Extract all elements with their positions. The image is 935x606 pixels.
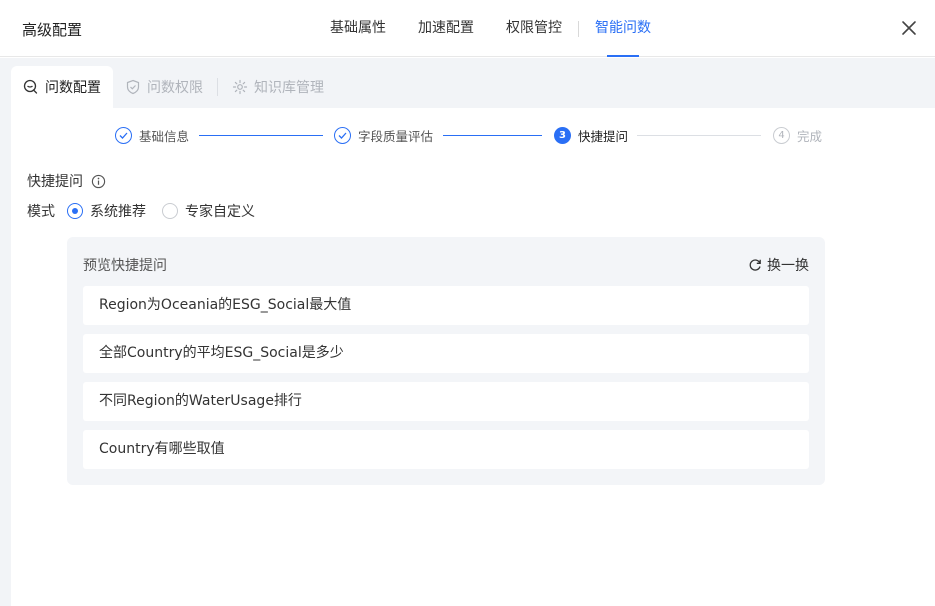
dialog-title: 高级配置	[22, 21, 83, 39]
dialog-header: 高级配置 基础属性 加速配置 权限管控 智能问数	[0, 0, 935, 57]
sub-tabs: 问数配置 问数权限 知识库管理	[11, 66, 336, 108]
sub-tab-label: 问数配置	[45, 80, 101, 96]
radio-button-checked[interactable]	[67, 203, 83, 219]
sub-tab-query-config[interactable]: 问数配置	[11, 66, 113, 108]
chat-bubble-icon	[23, 79, 38, 94]
sub-tab-label: 知识库管理	[254, 80, 324, 96]
step-number: 3	[554, 126, 571, 144]
step-quick-question: 3 快捷提问	[554, 124, 628, 146]
sub-tab-label: 问数权限	[147, 80, 203, 96]
step-complete: 4 完成	[773, 124, 822, 146]
step-connector	[637, 135, 761, 136]
question-item[interactable]: 不同Region的WaterUsage排行	[83, 382, 809, 421]
radio-label: 专家自定义	[185, 204, 255, 220]
close-icon[interactable]	[901, 20, 917, 36]
preview-box: 预览快捷提问 换一换 Region为Oceania的ESG_Social最大值 …	[67, 237, 825, 485]
info-icon[interactable]	[91, 174, 106, 189]
question-item[interactable]: Country有哪些取值	[83, 430, 809, 469]
radio-label: 系统推荐	[90, 204, 146, 220]
quick-question-label: 快捷提问	[27, 174, 83, 190]
tab-acceleration-config[interactable]: 加速配置	[402, 0, 490, 57]
refresh-button[interactable]: 换一换	[748, 255, 809, 275]
top-tabs: 基础属性 加速配置 权限管控 智能问数	[314, 0, 667, 57]
check-icon	[334, 126, 351, 144]
sub-tab-divider	[217, 78, 218, 96]
step-label: 字段质量评估	[358, 128, 434, 144]
preview-title: 预览快捷提问	[83, 258, 167, 274]
sub-tab-query-permission[interactable]: 问数权限	[113, 66, 215, 108]
mode-label: 模式	[27, 204, 55, 220]
radio-system-recommend[interactable]: 系统推荐	[67, 201, 146, 221]
question-list: Region为Oceania的ESG_Social最大值 全部Country的平…	[83, 286, 809, 478]
refresh-icon	[749, 259, 761, 271]
step-basic-info: 基础信息	[115, 124, 189, 146]
progress-steps: 基础信息 字段质量评估 3 快捷提问 4 完成	[115, 124, 835, 146]
step-connector	[443, 135, 542, 136]
tab-permission-control[interactable]: 权限管控	[490, 0, 578, 57]
step-field-quality: 字段质量评估	[334, 124, 433, 146]
radio-expert-custom[interactable]: 专家自定义	[162, 201, 255, 221]
tab-smart-query[interactable]: 智能问数	[579, 0, 667, 57]
step-number: 4	[773, 126, 790, 144]
quick-question-field: 快捷提问	[27, 171, 106, 191]
gear-icon	[232, 79, 248, 95]
mode-row: 模式 系统推荐 专家自定义	[27, 201, 255, 221]
radio-button[interactable]	[162, 203, 178, 219]
step-label: 快捷提问	[578, 128, 629, 144]
refresh-label: 换一换	[767, 258, 809, 274]
tab-basic-properties[interactable]: 基础属性	[314, 0, 402, 57]
check-icon	[115, 126, 132, 144]
step-label: 基础信息	[139, 128, 190, 144]
step-connector	[199, 135, 323, 136]
question-item[interactable]: Region为Oceania的ESG_Social最大值	[83, 286, 809, 325]
sub-tab-knowledge-base[interactable]: 知识库管理	[220, 66, 336, 108]
question-item[interactable]: 全部Country的平均ESG_Social是多少	[83, 334, 809, 373]
step-label: 完成	[797, 128, 823, 144]
shield-check-icon	[126, 79, 140, 95]
